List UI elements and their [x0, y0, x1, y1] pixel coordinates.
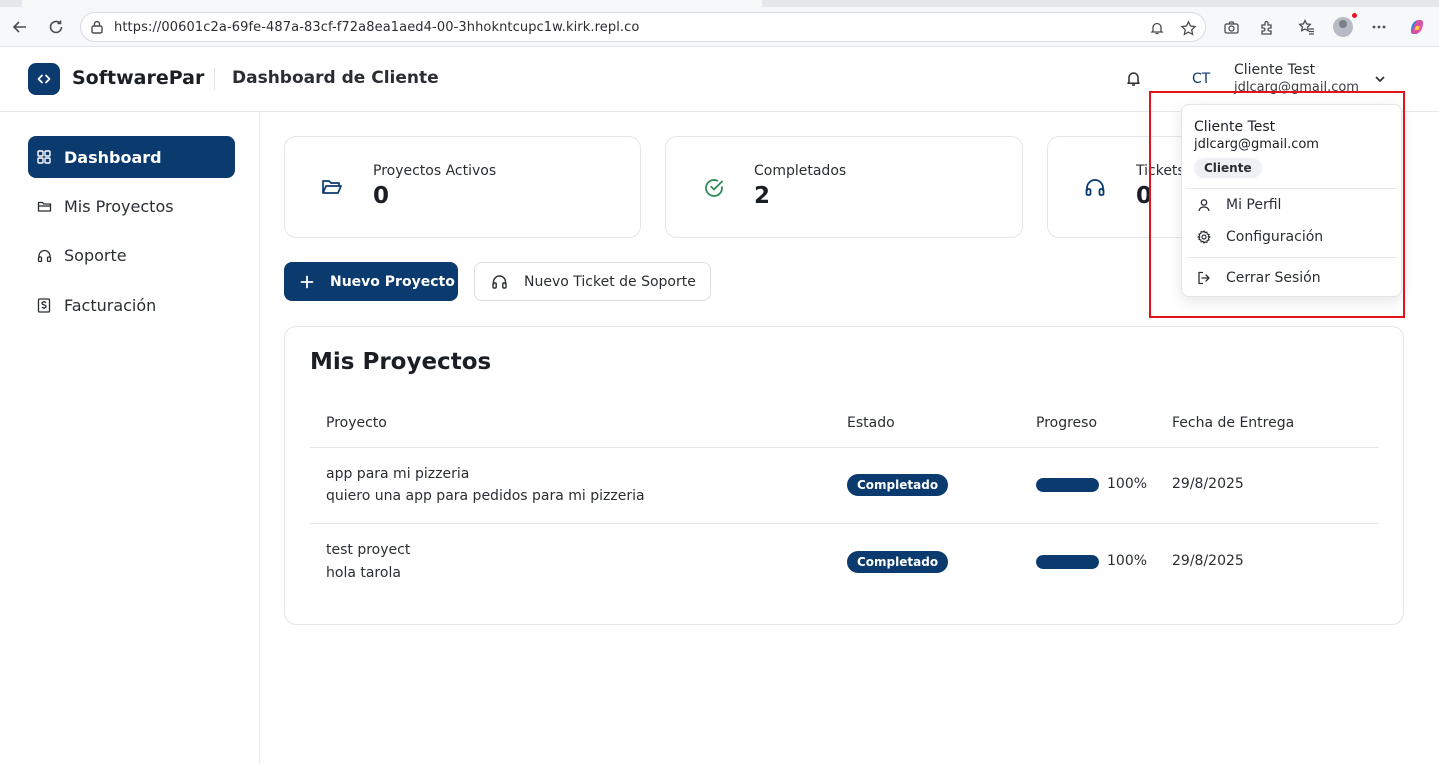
favorites-icon[interactable] — [1293, 13, 1321, 41]
more-menu-icon[interactable] — [1365, 13, 1393, 41]
progress-fill — [1036, 478, 1099, 492]
new-ticket-button[interactable]: Nuevo Ticket de Soporte — [474, 262, 711, 301]
stat-card-proyectos-activos: Proyectos Activos 0 — [284, 136, 641, 238]
status-badge: Completado — [847, 474, 949, 496]
due-date: 29/8/2025 — [1172, 476, 1244, 492]
progress-label: 100% — [1107, 553, 1148, 569]
extensions-icon[interactable] — [1253, 13, 1281, 41]
headphones-icon — [36, 247, 52, 263]
column-header-fecha-entrega[interactable]: Fecha de Entrega — [1172, 415, 1294, 431]
stat-label: Proyectos Activos — [373, 163, 497, 179]
bell-icon[interactable] — [1125, 70, 1142, 87]
menu-user-name: Cliente Test — [1194, 119, 1276, 135]
stat-value: 0 — [1136, 183, 1153, 209]
favorite-star-icon[interactable] — [1178, 18, 1198, 38]
menu-item-label: Mi Perfil — [1226, 197, 1282, 213]
check-circle-icon — [703, 177, 725, 199]
browser-tab[interactable] — [22, 0, 762, 7]
progress-fill — [1036, 555, 1099, 569]
new-project-button[interactable]: Nuevo Proyecto — [284, 262, 458, 301]
column-header-proyecto[interactable]: Proyecto — [326, 415, 387, 431]
due-date: 29/8/2025 — [1172, 553, 1244, 569]
sidebar-item-label: Facturación — [64, 295, 157, 315]
plus-icon — [300, 275, 314, 289]
role-badge: Cliente — [1194, 158, 1262, 178]
headphones-icon — [491, 273, 508, 290]
sidebar-item-label: Mis Proyectos — [64, 196, 174, 216]
project-description: hola tarola — [326, 565, 401, 581]
sidebar-item-facturacion[interactable]: Facturación — [28, 284, 235, 326]
table-divider — [310, 523, 1379, 524]
chevron-down-icon[interactable] — [1373, 72, 1387, 86]
header-user-email: jdlcarg@gmail.com — [1234, 80, 1359, 95]
brand-name[interactable]: SoftwarePar — [72, 67, 204, 89]
sidebar-item-soporte[interactable]: Soporte — [28, 234, 235, 276]
stat-label: Completados — [754, 163, 847, 179]
reload-icon[interactable] — [42, 13, 70, 41]
grid-icon — [36, 149, 52, 165]
header-user-name[interactable]: Cliente Test — [1234, 62, 1315, 78]
menu-item-mi-perfil[interactable]: Mi Perfil — [1186, 190, 1397, 220]
menu-item-configuracion[interactable]: Configuración — [1186, 222, 1397, 252]
progress-bar — [1036, 478, 1099, 492]
sidebar-item-mis-proyectos[interactable]: Mis Proyectos — [28, 185, 235, 227]
camera-icon[interactable] — [1217, 13, 1245, 41]
browser-tabstrip — [0, 0, 1439, 7]
table-divider — [310, 447, 1379, 448]
lock-icon — [89, 19, 105, 35]
back-icon[interactable] — [6, 13, 34, 41]
project-description: quiero una app para pedidos para mi pizz… — [326, 488, 645, 504]
stat-value: 2 — [754, 183, 771, 209]
stat-label: Tickets — [1136, 163, 1185, 179]
projects-title: Mis Proyectos — [310, 349, 492, 375]
sidebar-item-dashboard[interactable]: Dashboard — [28, 136, 235, 178]
project-name[interactable]: app para mi pizzeria — [326, 466, 469, 482]
notification-bell-icon[interactable] — [1147, 18, 1167, 38]
page-title: Dashboard de Cliente — [232, 68, 439, 88]
browser-toolbar: https://00601c2a-69fe-487a-83cf-f72a8ea1… — [0, 7, 1439, 47]
sidebar-item-label: Dashboard — [64, 147, 162, 167]
status-badge: Completado — [847, 551, 949, 573]
header-divider — [214, 68, 215, 90]
user-dropdown-menu: Cliente Test jdlcarg@gmail.com Cliente M… — [1181, 104, 1402, 297]
headphones-icon — [1084, 177, 1106, 197]
folder-open-icon — [321, 177, 343, 197]
progress-bar — [1036, 555, 1099, 569]
column-header-estado[interactable]: Estado — [847, 415, 895, 431]
logout-icon — [1196, 270, 1212, 286]
app-header: SoftwarePar Dashboard de Cliente CT Clie… — [0, 48, 1439, 112]
new-project-label: Nuevo Proyecto — [330, 273, 455, 290]
dollar-receipt-icon — [36, 297, 52, 313]
logo-code-icon[interactable] — [28, 63, 60, 95]
user-avatar[interactable]: CT — [1192, 71, 1210, 87]
url-text[interactable]: https://00601c2a-69fe-487a-83cf-f72a8ea1… — [114, 20, 639, 35]
project-name[interactable]: test proyect — [326, 542, 410, 558]
user-icon — [1196, 197, 1212, 213]
menu-divider — [1186, 188, 1397, 189]
progress-label: 100% — [1107, 476, 1148, 492]
menu-divider — [1186, 257, 1397, 258]
profile-avatar-icon[interactable] — [1329, 12, 1358, 41]
copilot-icon[interactable] — [1403, 13, 1431, 41]
stat-value: 0 — [373, 183, 390, 209]
sidebar: Dashboard Mis Proyectos Soporte Facturac… — [0, 112, 260, 764]
menu-user-email: jdlcarg@gmail.com — [1194, 137, 1319, 152]
folder-icon — [36, 198, 52, 214]
gear-icon — [1196, 229, 1212, 245]
address-bar[interactable]: https://00601c2a-69fe-487a-83cf-f72a8ea1… — [80, 12, 1206, 42]
column-header-progreso[interactable]: Progreso — [1036, 415, 1097, 431]
menu-item-cerrar-sesion[interactable]: Cerrar Sesión — [1186, 263, 1397, 293]
projects-card: Mis Proyectos Proyecto Estado Progreso F… — [284, 326, 1404, 625]
menu-item-label: Configuración — [1226, 229, 1324, 245]
menu-item-label: Cerrar Sesión — [1226, 270, 1321, 286]
new-ticket-label: Nuevo Ticket de Soporte — [524, 273, 696, 290]
stat-card-completados: Completados 2 — [665, 136, 1023, 238]
sidebar-item-label: Soporte — [64, 245, 127, 265]
